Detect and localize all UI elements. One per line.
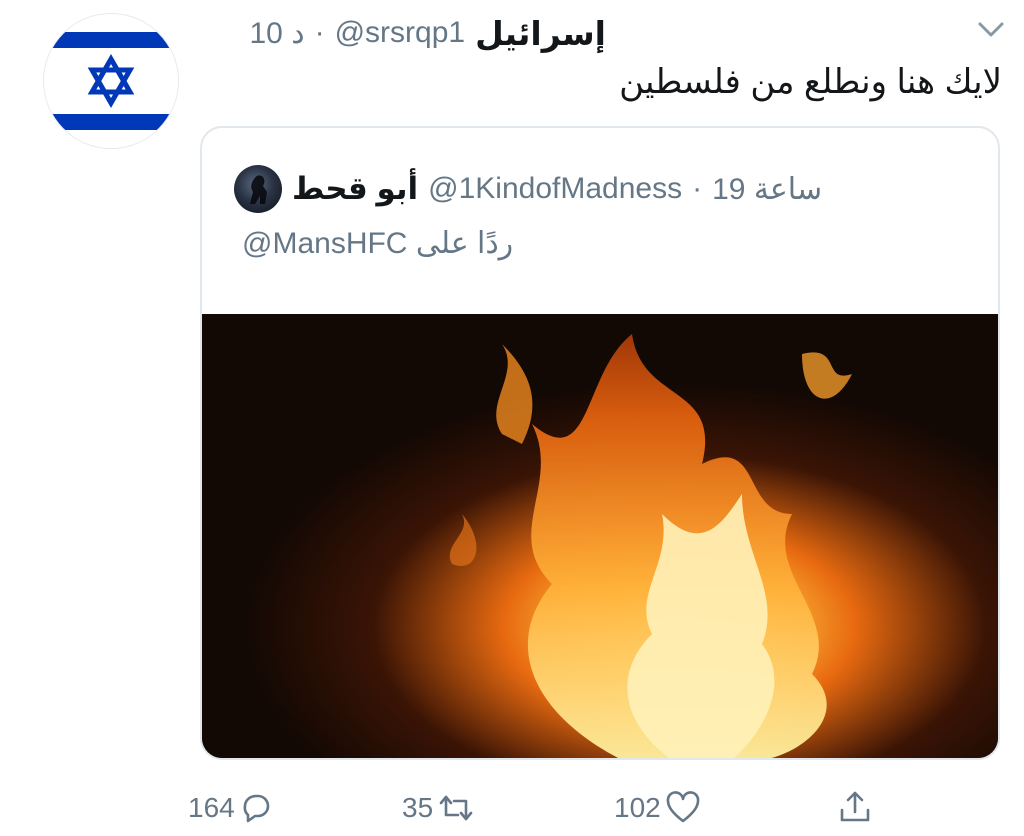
reply-action[interactable]: 164	[188, 780, 273, 836]
retweet-action[interactable]: 35	[402, 780, 475, 836]
reply-mention[interactable]: @MansHFC	[242, 227, 407, 260]
tweet-header: 10 د · @srsrqp1 إسرائيل	[250, 8, 607, 58]
reply-context: @MansHFC ردًا على	[242, 226, 513, 261]
flag-avatar-icon	[44, 14, 178, 148]
media-image[interactable]	[202, 314, 998, 758]
share-icon[interactable]	[838, 790, 872, 826]
quoted-separator-dot: ·	[692, 172, 703, 205]
tweet-actions: 164 35 102	[0, 780, 1024, 836]
quoted-tweet-header: أبو قحط @1KindofMadness · 19 ساعة	[234, 164, 822, 214]
quoted-time[interactable]: 19 ساعة	[712, 172, 822, 207]
reply-count: 164	[188, 792, 235, 823]
tweet-time[interactable]: 10 د	[250, 16, 305, 51]
quoted-tweet[interactable]: أبو قحط @1KindofMadness · 19 ساعة @MansH…	[200, 126, 1000, 760]
tweet-display-name[interactable]: إسرائيل	[475, 14, 606, 53]
retweet-count: 35	[402, 792, 434, 823]
share-action[interactable]	[838, 780, 872, 836]
retweet-icon[interactable]	[437, 791, 475, 825]
like-count: 102	[614, 792, 661, 823]
avatar[interactable]	[44, 14, 178, 148]
speech-bubble-icon[interactable]	[239, 791, 273, 825]
reply-prefix: ردًا على	[415, 227, 514, 260]
fire-image-icon	[202, 314, 998, 758]
quoted-handle[interactable]: @1KindofMadness	[428, 172, 682, 206]
like-action[interactable]: 102	[614, 780, 701, 836]
separator-dot: ·	[314, 16, 325, 49]
silhouette-icon	[250, 175, 267, 204]
tweet[interactable]: 10 د · @srsrqp1 إسرائيل لايك هنا ونطلع م…	[0, 0, 1024, 836]
quoted-avatar[interactable]	[234, 165, 282, 213]
quoted-display-name[interactable]: أبو قحط	[292, 171, 418, 207]
tweet-handle[interactable]: @srsrqp1	[335, 16, 466, 50]
tweet-text: لايك هنا ونطلع من فلسطين	[619, 63, 1002, 101]
heart-icon[interactable]	[665, 791, 701, 825]
chevron-down-icon[interactable]	[976, 14, 1006, 44]
